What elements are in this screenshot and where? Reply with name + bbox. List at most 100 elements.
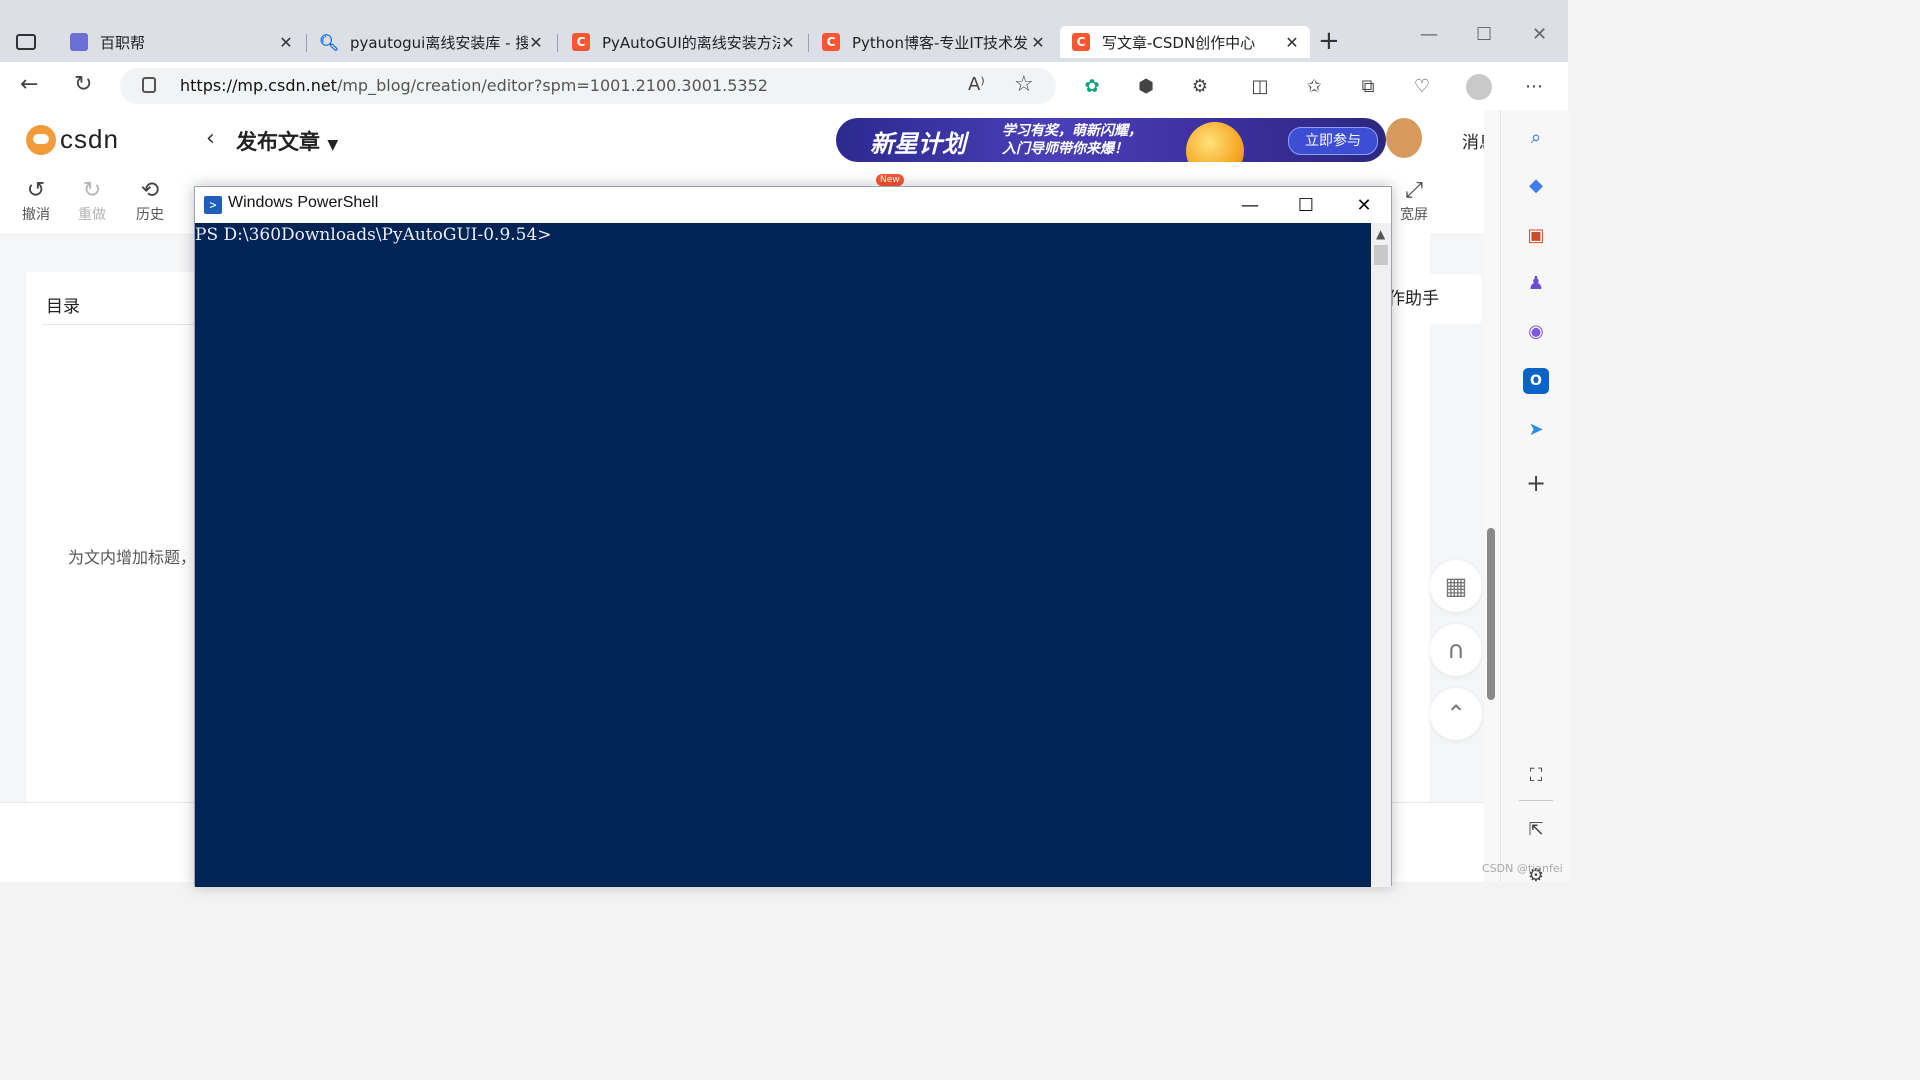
publish-title-text: 发布文章 bbox=[236, 130, 320, 154]
back-to-top-icon[interactable]: ⌃ bbox=[1430, 688, 1482, 740]
performance-icon[interactable]: ♡ bbox=[1410, 74, 1434, 98]
new-badge: New bbox=[876, 174, 904, 186]
history-button[interactable]: ⟲ 历史 bbox=[130, 178, 170, 224]
chatgpt-icon[interactable]: ✿ bbox=[1080, 74, 1104, 98]
office-icon[interactable]: ◉ bbox=[1523, 318, 1549, 344]
maximize-icon[interactable]: ☐ bbox=[1476, 24, 1492, 45]
redo-button[interactable]: ↻ 重做 bbox=[72, 178, 112, 224]
csdn-icon: C bbox=[1072, 33, 1090, 51]
console-scrollbar-thumb[interactable] bbox=[1374, 245, 1388, 265]
favorites-icon[interactable]: ✩ bbox=[1302, 74, 1326, 98]
address-toolbar: ← ↻ https://mp.csdn.net/mp_blog/creation… bbox=[0, 62, 1568, 111]
redo-label: 重做 bbox=[78, 207, 106, 223]
tab-title: Python博客-专业IT技术发 bbox=[852, 33, 1028, 52]
powershell-console[interactable]: PS D:\360Downloads\PyAutoGUI-0.9.54> bbox=[195, 223, 1371, 887]
powershell-titlebar[interactable]: > Windows PowerShell — ☐ ✕ bbox=[195, 187, 1391, 223]
favorite-star-icon[interactable]: ☆ bbox=[1014, 72, 1034, 97]
page-scrollbar-thumb[interactable] bbox=[1487, 528, 1495, 700]
tab-close-icon[interactable]: ✕ bbox=[780, 33, 796, 52]
widescreen-label: 宽屏 bbox=[1400, 207, 1428, 223]
outlook-icon[interactable]: O bbox=[1523, 368, 1549, 394]
qrcode-icon[interactable]: ▦ bbox=[1430, 560, 1482, 612]
scroll-up-icon[interactable]: ▲ bbox=[1376, 227, 1385, 241]
games-icon[interactable]: ♟ bbox=[1523, 270, 1549, 296]
minimize-icon[interactable]: — bbox=[1420, 24, 1438, 45]
extensions-icon[interactable]: ⚙ bbox=[1188, 74, 1212, 98]
toc-divider bbox=[42, 324, 212, 325]
tab-actions-icon[interactable] bbox=[16, 34, 36, 50]
writing-assistant-button[interactable]: 作助手 bbox=[1388, 274, 1482, 324]
screenshot-icon[interactable]: ⛶ bbox=[1523, 762, 1549, 788]
tab-separator bbox=[306, 34, 307, 52]
extension-shield-icon[interactable]: ⬢ bbox=[1134, 74, 1158, 98]
console-prompt[interactable]: PS D:\360Downloads\PyAutoGUI-0.9.54> bbox=[195, 225, 552, 245]
profile-avatar[interactable] bbox=[1466, 74, 1492, 100]
widescreen-button[interactable]: ⤢ 宽屏 bbox=[1394, 178, 1434, 224]
tab-title: PyAutoGUI的离线安装方法 bbox=[602, 33, 780, 52]
ps-close-icon[interactable]: ✕ bbox=[1335, 187, 1393, 223]
tab-separator bbox=[557, 34, 558, 52]
csdn-icon: C bbox=[822, 33, 840, 51]
tag-icon[interactable]: ◆ bbox=[1523, 172, 1549, 198]
tab-title: pyautogui离线安装库 - 搜索 bbox=[350, 33, 528, 52]
add-icon[interactable]: + bbox=[1523, 469, 1549, 497]
back-icon[interactable]: ← bbox=[20, 72, 38, 97]
join-now-button[interactable]: 立即参与 bbox=[1288, 127, 1378, 155]
collections-icon[interactable]: ⧉ bbox=[1356, 74, 1380, 98]
tab-close-icon[interactable]: ✕ bbox=[528, 33, 544, 52]
tab-close-icon[interactable]: ✕ bbox=[1284, 33, 1300, 52]
page-scrollbar[interactable] bbox=[1484, 110, 1500, 882]
close-window-icon[interactable]: ✕ bbox=[1532, 24, 1547, 45]
undo-label: 撤消 bbox=[22, 207, 50, 223]
split-screen-icon[interactable]: ◫ bbox=[1248, 74, 1272, 98]
tab-strip-top bbox=[0, 0, 1568, 12]
watermark: CSDN @tianfei bbox=[1482, 862, 1563, 875]
more-menu-icon[interactable]: ⋯ bbox=[1522, 74, 1546, 98]
ps-maximize-icon[interactable]: ☐ bbox=[1277, 187, 1335, 223]
url-bar[interactable]: https://mp.csdn.net/mp_blog/creation/edi… bbox=[120, 68, 1056, 104]
planet-decoration bbox=[1186, 122, 1244, 162]
lock-icon[interactable] bbox=[142, 77, 156, 93]
powershell-icon: > bbox=[204, 196, 222, 214]
console-scrollbar[interactable]: ▲ bbox=[1371, 223, 1391, 887]
tab-close-icon[interactable]: ✕ bbox=[1030, 33, 1046, 52]
search-icon: 🔍︎ bbox=[318, 32, 340, 52]
powershell-window[interactable]: > Windows PowerShell — ☐ ✕ PS D:\360Down… bbox=[194, 186, 1392, 887]
tab-python-blog[interactable]: C Python博客-专业IT技术发 ✕ bbox=[810, 26, 1056, 58]
chevron-left-icon[interactable]: ‹ bbox=[206, 126, 215, 151]
mascot-avatar[interactable] bbox=[1386, 118, 1422, 158]
banner-line2: 入门导师带你来爆！ bbox=[1002, 141, 1128, 157]
new-tab-icon[interactable]: + bbox=[1318, 26, 1340, 56]
undo-icon: ↺ bbox=[26, 178, 46, 203]
url-path: /mp_blog/creation/editor?spm=1001.2100.3… bbox=[336, 76, 768, 95]
promo-banner[interactable]: 新星计划 学习有奖，萌新闪耀， 入门导师带你来爆！ 立即参与 bbox=[836, 118, 1386, 162]
sidebar-search-icon[interactable]: ⌕ bbox=[1523, 124, 1549, 150]
refresh-icon[interactable]: ↻ bbox=[74, 72, 92, 97]
tab-baizhibang[interactable]: 百职帮 ✕ bbox=[58, 26, 304, 58]
headset-icon[interactable]: ∩ bbox=[1430, 624, 1482, 676]
tab-search[interactable]: 🔍︎ pyautogui离线安装库 - 搜索 ✕ bbox=[308, 26, 554, 58]
tab-write-article[interactable]: C 写文章-CSDN创作中心 ✕ bbox=[1060, 26, 1310, 58]
tab-close-icon[interactable]: ✕ bbox=[278, 33, 294, 52]
ps-minimize-icon[interactable]: — bbox=[1221, 187, 1279, 223]
history-label: 历史 bbox=[136, 207, 164, 223]
page-title[interactable]: 发布文章 ▼ bbox=[236, 126, 338, 156]
tab-pyautogui-offline[interactable]: C PyAutoGUI的离线安装方法 ✕ bbox=[560, 26, 806, 58]
toc-panel: 目录 为文内增加标题， bbox=[26, 272, 212, 812]
send-icon[interactable]: ➤ bbox=[1523, 416, 1549, 442]
history-icon: ⟲ bbox=[140, 178, 160, 203]
tab-separator bbox=[808, 34, 809, 52]
toc-hint: 为文内增加标题， bbox=[68, 548, 197, 567]
url-host: https://mp.csdn.net bbox=[180, 76, 337, 95]
open-external-icon[interactable]: ⇱ bbox=[1523, 816, 1549, 842]
powershell-title: Windows PowerShell bbox=[228, 194, 379, 211]
toolbox-icon[interactable]: ▣ bbox=[1523, 222, 1549, 248]
csdn-logo[interactable]: csdn bbox=[26, 124, 119, 155]
tab-title: 写文章-CSDN创作中心 bbox=[1102, 33, 1256, 52]
url-text[interactable]: https://mp.csdn.net/mp_blog/creation/edi… bbox=[180, 76, 768, 95]
csdn-header: csdn ‹ 发布文章 ▼ 新星计划 学习有奖，萌新闪耀， 入门导师带你来爆！ … bbox=[0, 110, 1500, 171]
csdn-mascot-icon bbox=[26, 124, 56, 155]
edge-sidebar: ⌕ ◆ ▣ ♟ ◉ O ➤ + ⛶ ⇱ ⚙ bbox=[1500, 110, 1569, 886]
undo-button[interactable]: ↺ 撤消 bbox=[16, 178, 56, 224]
read-aloud-icon[interactable]: A⁾ bbox=[968, 74, 985, 95]
